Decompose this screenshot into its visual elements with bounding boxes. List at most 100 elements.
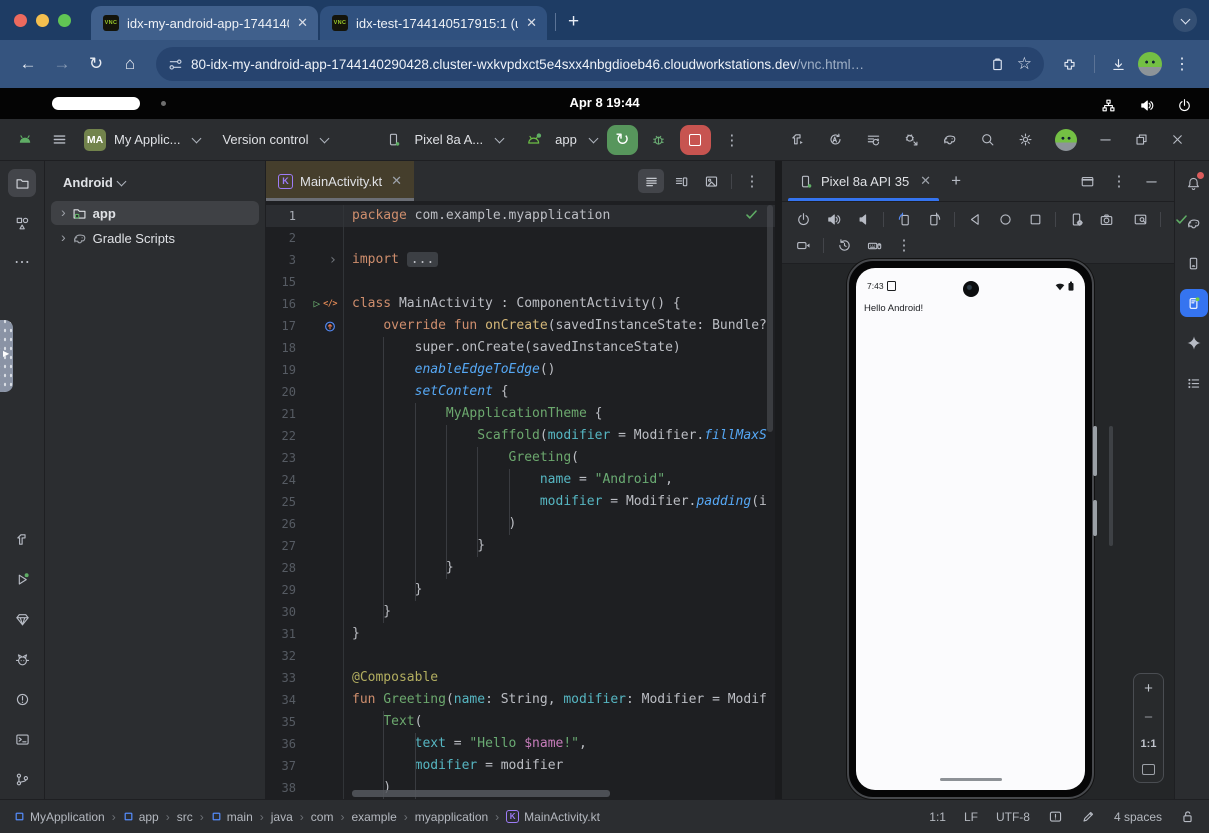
- highlight-level-icon[interactable]: [1048, 809, 1063, 824]
- power-icon[interactable]: [790, 207, 816, 231]
- stop-button[interactable]: [680, 125, 711, 155]
- vcs-widget[interactable]: Version control: [222, 132, 328, 147]
- browser-menu-icon[interactable]: ⋮: [1167, 49, 1197, 79]
- minimize-traffic-light[interactable]: [36, 14, 49, 27]
- desktop-clock[interactable]: Apr 8 19:44: [0, 95, 1209, 110]
- terminal-icon[interactable]: [8, 725, 36, 753]
- clipboard-icon[interactable]: [990, 57, 1005, 72]
- rotate-cw-icon[interactable]: [921, 207, 947, 231]
- breadcrumb-item[interactable]: myapplication: [415, 810, 488, 824]
- logcat-icon[interactable]: [8, 645, 36, 673]
- indent-setting[interactable]: 4 spaces: [1114, 810, 1162, 824]
- gutter[interactable]: [300, 425, 344, 447]
- code-line[interactable]: 28 }: [266, 557, 775, 579]
- gutter[interactable]: [300, 777, 344, 799]
- file-encoding[interactable]: UTF-8: [996, 810, 1030, 824]
- line-separator[interactable]: LF: [964, 810, 978, 824]
- code-tag-icon[interactable]: </>: [323, 293, 337, 315]
- app-insights-icon[interactable]: [8, 605, 36, 633]
- code-line[interactable]: 37 modifier = modifier: [266, 755, 775, 777]
- breadcrumb-item[interactable]: MyApplication: [14, 810, 105, 824]
- add-device-icon[interactable]: +: [943, 169, 969, 193]
- gutter[interactable]: [300, 513, 344, 535]
- browser-tab-inactive[interactable]: VNC idx-test-1744140517915:1 (us ✕: [320, 6, 547, 40]
- zoom-fit-button[interactable]: [1142, 764, 1155, 775]
- gutter[interactable]: [300, 227, 344, 249]
- volume-icon[interactable]: [1133, 93, 1159, 117]
- tab-close-icon[interactable]: ✕: [920, 173, 931, 189]
- gutter[interactable]: ›: [300, 249, 344, 271]
- gutter[interactable]: [300, 315, 344, 337]
- code-line[interactable]: 30 }: [266, 601, 775, 623]
- zoom-traffic-light[interactable]: [58, 14, 71, 27]
- code-line[interactable]: 35 Text(: [266, 711, 775, 733]
- gutter[interactable]: [300, 645, 344, 667]
- code-line[interactable]: 32: [266, 645, 775, 667]
- device-settings-icon[interactable]: [1063, 207, 1089, 231]
- code-line[interactable]: 27 }: [266, 535, 775, 557]
- search-icon[interactable]: [975, 128, 1001, 152]
- gutter[interactable]: [300, 711, 344, 733]
- horizontal-scrollbar[interactable]: [352, 790, 610, 797]
- code-editor[interactable]: 1package com.example.myapplication23›imp…: [266, 202, 775, 799]
- volume-up-icon[interactable]: [820, 207, 846, 231]
- gesture-bar[interactable]: [940, 778, 1002, 782]
- run-class-icon[interactable]: ▷: [314, 293, 321, 315]
- gutter[interactable]: [300, 689, 344, 711]
- rotate-ccw-icon[interactable]: [891, 207, 917, 231]
- code-line[interactable]: 21 MyApplicationTheme {: [266, 403, 775, 425]
- zoom-window-icon[interactable]: [1127, 207, 1153, 231]
- debug-button[interactable]: [646, 128, 672, 152]
- tab-close-icon[interactable]: ✕: [526, 15, 537, 31]
- gutter[interactable]: [300, 733, 344, 755]
- gradle-sync-icon[interactable]: [937, 128, 963, 152]
- editor-tab-mainactivity[interactable]: K MainActivity.kt ✕: [266, 161, 414, 201]
- code-line[interactable]: 22 Scaffold(modifier = Modifier.fillMaxS: [266, 425, 775, 447]
- notifications-badge[interactable]: [1180, 169, 1208, 197]
- settings-icon[interactable]: [1013, 128, 1039, 152]
- power-icon[interactable]: [1171, 93, 1197, 117]
- zoom-in-button[interactable]: +: [1144, 681, 1153, 696]
- write-access-lock-icon[interactable]: [1180, 809, 1195, 824]
- run-icon[interactable]: [8, 565, 36, 593]
- code-line[interactable]: 36 text = "Hello $name!",: [266, 733, 775, 755]
- check-icon[interactable]: [1168, 207, 1194, 231]
- gutter[interactable]: [300, 381, 344, 403]
- project-folder-icon[interactable]: [8, 169, 36, 197]
- project-widget[interactable]: MA My Applic...: [84, 129, 200, 151]
- tab-search-button[interactable]: [1173, 8, 1197, 32]
- hide-panel-icon[interactable]: [1138, 169, 1164, 193]
- run-more-icon[interactable]: ⋮: [719, 128, 745, 152]
- site-settings-icon[interactable]: [168, 57, 183, 72]
- project-view-selector[interactable]: Android: [45, 171, 265, 200]
- breadcrumb-item[interactable]: example: [351, 810, 396, 824]
- close-icon[interactable]: [1165, 128, 1191, 152]
- code-line[interactable]: 34fun Greeting(name: String, modifier: M…: [266, 689, 775, 711]
- input-icon[interactable]: [861, 233, 887, 257]
- code-line[interactable]: 24 name = "Android",: [266, 469, 775, 491]
- gutter[interactable]: [300, 755, 344, 777]
- caret-position[interactable]: 1:1: [929, 810, 946, 824]
- close-traffic-light[interactable]: [14, 14, 27, 27]
- code-line[interactable]: 19 enableEdgeToEdge(): [266, 359, 775, 381]
- code-line[interactable]: 1package com.example.myapplication: [266, 205, 775, 227]
- fold-arrow-icon[interactable]: ›: [329, 249, 337, 271]
- view-split-icon[interactable]: [668, 169, 694, 193]
- record-icon[interactable]: [790, 233, 816, 257]
- code-line[interactable]: 31}: [266, 623, 775, 645]
- view-design-icon[interactable]: [698, 169, 724, 193]
- apply-changes-icon[interactable]: [823, 128, 849, 152]
- code-line[interactable]: 3›import ...: [266, 249, 775, 271]
- gutter[interactable]: [300, 579, 344, 601]
- vnc-control-handle[interactable]: ▶: [0, 320, 13, 392]
- browser-tab-active[interactable]: VNC idx-my-android-app-1744140 ✕: [91, 6, 318, 40]
- minimize-icon[interactable]: [1093, 128, 1119, 152]
- attach-debugger-icon[interactable]: [899, 128, 925, 152]
- breadcrumb-item[interactable]: main: [211, 810, 253, 824]
- code-line[interactable]: 33@Composable: [266, 667, 775, 689]
- code-line[interactable]: 29 }: [266, 579, 775, 601]
- running-devices-icon[interactable]: [1180, 289, 1208, 317]
- snapshots-icon[interactable]: [831, 233, 857, 257]
- home-icon[interactable]: ⌂: [114, 48, 146, 80]
- gutter[interactable]: [300, 491, 344, 513]
